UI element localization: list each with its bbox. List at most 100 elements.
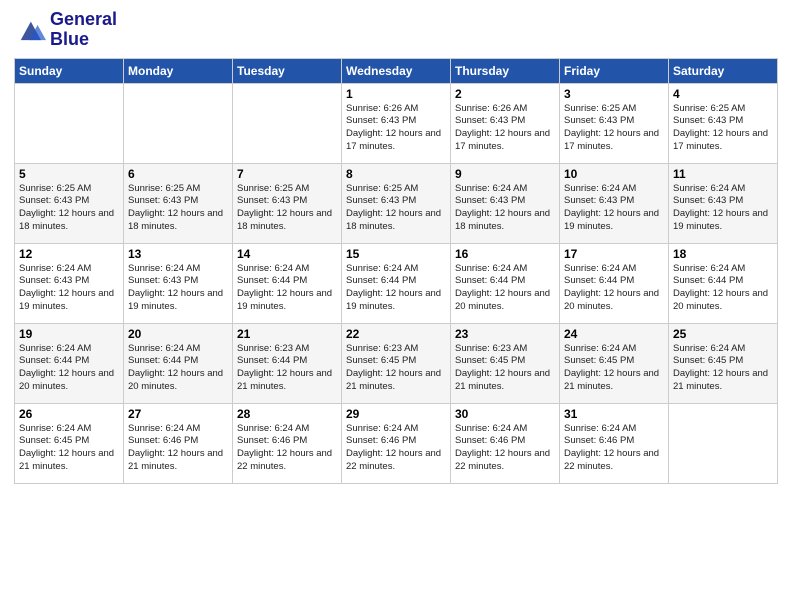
day-info: Sunrise: 6:26 AM Sunset: 6:43 PM Dayligh… [346,103,446,154]
day-cell [15,83,124,163]
day-cell: 22Sunrise: 6:23 AM Sunset: 6:45 PM Dayli… [342,323,451,403]
day-cell: 9Sunrise: 6:24 AM Sunset: 6:43 PM Daylig… [451,163,560,243]
day-cell: 23 Sunrise: 6:23 AM Sunset: 6:45 PM Dayli… [451,323,560,403]
day-number: 8 [346,167,446,181]
day-cell: 19 Sunrise: 6:24 AM Sunset: 6:44 PM Dayli… [15,323,124,403]
day-info: Sunrise: 6:24 AM Sunset: 6:46 PM Dayligh… [237,423,337,474]
week-row-2: 5 Sunrise: 6:25 AM Sunset: 6:43 PM Daylig… [15,163,778,243]
day-number: 3 [564,87,664,101]
day-cell: 28 Sunrise: 6:24 AM Sunset: 6:46 PM Dayli… [233,403,342,483]
day-info: Sunrise: 6:24 AM Sunset: 6:46 PM Dayligh… [346,423,446,474]
day-number: 4 [673,87,773,101]
day-cell: 6 Sunrise: 6:25 AM Sunset: 6:43 PM Daylig… [124,163,233,243]
day-info: Sunrise: 6:24 AM Sunset: 6:43 PM Dayligh… [128,263,228,314]
day-info: Sunrise: 6:23 AM Sunset: 6:45 PM Dayligh… [455,343,555,394]
day-info: Sunrise: 6:24 AM Sunset: 6:43 PM Dayligh… [455,183,555,234]
day-cell: 12 Sunrise: 6:24 AM Sunset: 6:43 PM Dayli… [15,243,124,323]
day-cell: 11 Sunrise: 6:24 AM Sunset: 6:43 PM Dayli… [669,163,778,243]
day-cell: 30 Sunrise: 6:24 AM Sunset: 6:46 PM Dayli… [451,403,560,483]
day-number: 30 [455,407,555,421]
day-number: 21 [237,327,337,341]
day-number: 17 [564,247,664,261]
day-info: Sunrise: 6:24 AM Sunset: 6:44 PM Dayligh… [673,263,773,314]
day-number: 28 [237,407,337,421]
day-info: Sunrise: 6:24 AM Sunset: 6:44 PM Dayligh… [564,263,664,314]
day-info: Sunrise: 6:24 AM Sunset: 6:45 PM Dayligh… [673,343,773,394]
day-info: Sunrise: 6:25 AM Sunset: 6:43 PM Dayligh… [346,183,446,234]
day-info: Sunrise: 6:24 AM Sunset: 6:44 PM Dayligh… [455,263,555,314]
day-info: Sunrise: 6:24 AM Sunset: 6:44 PM Dayligh… [346,263,446,314]
day-info: Sunrise: 6:24 AM Sunset: 6:44 PM Dayligh… [128,343,228,394]
day-number: 27 [128,407,228,421]
day-info: Sunrise: 6:24 AM Sunset: 6:45 PM Dayligh… [564,343,664,394]
day-cell: 17 Sunrise: 6:24 AM Sunset: 6:44 PM Dayli… [560,243,669,323]
day-number: 22 [346,327,446,341]
weekday-tuesday: Tuesday [233,58,342,83]
day-number: 5 [19,167,119,181]
day-info: Sunrise: 6:24 AM Sunset: 6:45 PM Dayligh… [19,423,119,474]
weekday-header-row: SundayMondayTuesdayWednesdayThursdayFrid… [15,58,778,83]
day-cell: 16 Sunrise: 6:24 AM Sunset: 6:44 PM Dayli… [451,243,560,323]
day-cell: 15 Sunrise: 6:24 AM Sunset: 6:44 PM Dayli… [342,243,451,323]
day-number: 2 [455,87,555,101]
day-cell: 24 Sunrise: 6:24 AM Sunset: 6:45 PM Dayli… [560,323,669,403]
calendar-table: SundayMondayTuesdayWednesdayThursdayFrid… [14,58,778,484]
day-number: 19 [19,327,119,341]
day-cell: 18 Sunrise: 6:24 AM Sunset: 6:44 PM Dayli… [669,243,778,323]
day-cell: 2 Sunrise: 6:26 AM Sunset: 6:43 PM Daylig… [451,83,560,163]
day-cell: 1 Sunrise: 6:26 AM Sunset: 6:43 PM Daylig… [342,83,451,163]
day-number: 20 [128,327,228,341]
week-row-4: 19 Sunrise: 6:24 AM Sunset: 6:44 PM Dayli… [15,323,778,403]
day-number: 29 [346,407,446,421]
day-number: 15 [346,247,446,261]
week-row-1: 1 Sunrise: 6:26 AM Sunset: 6:43 PM Daylig… [15,83,778,163]
day-number: 11 [673,167,773,181]
page: General Blue SundayMondayTuesdayWednesda… [0,0,792,612]
day-info: Sunrise: 6:25 AM Sunset: 6:43 PM Dayligh… [19,183,119,234]
weekday-monday: Monday [124,58,233,83]
day-info: Sunrise: 6:25 AM Sunset: 6:43 PM Dayligh… [564,103,664,154]
header: General Blue [14,10,778,50]
day-cell: 26 Sunrise: 6:24 AM Sunset: 6:45 PM Dayli… [15,403,124,483]
day-cell: 4 Sunrise: 6:25 AM Sunset: 6:43 PM Daylig… [669,83,778,163]
day-cell: 13Sunrise: 6:24 AM Sunset: 6:43 PM Dayli… [124,243,233,323]
day-info: Sunrise: 6:24 AM Sunset: 6:44 PM Dayligh… [237,263,337,314]
day-number: 1 [346,87,446,101]
day-info: Sunrise: 6:24 AM Sunset: 6:43 PM Dayligh… [19,263,119,314]
week-row-3: 12 Sunrise: 6:24 AM Sunset: 6:43 PM Dayli… [15,243,778,323]
logo: General Blue [14,10,117,50]
day-number: 25 [673,327,773,341]
day-cell: 8 Sunrise: 6:25 AM Sunset: 6:43 PM Daylig… [342,163,451,243]
day-cell: 5 Sunrise: 6:25 AM Sunset: 6:43 PM Daylig… [15,163,124,243]
day-info: Sunrise: 6:25 AM Sunset: 6:43 PM Dayligh… [673,103,773,154]
day-number: 24 [564,327,664,341]
day-number: 26 [19,407,119,421]
day-number: 18 [673,247,773,261]
day-cell: 3 Sunrise: 6:25 AM Sunset: 6:43 PM Daylig… [560,83,669,163]
day-info: Sunrise: 6:24 AM Sunset: 6:44 PM Dayligh… [19,343,119,394]
day-info: Sunrise: 6:24 AM Sunset: 6:43 PM Dayligh… [673,183,773,234]
day-info: Sunrise: 6:24 AM Sunset: 6:46 PM Dayligh… [128,423,228,474]
weekday-saturday: Saturday [669,58,778,83]
day-info: Sunrise: 6:26 AM Sunset: 6:43 PM Dayligh… [455,103,555,154]
day-info: Sunrise: 6:24 AM Sunset: 6:46 PM Dayligh… [564,423,664,474]
day-number: 31 [564,407,664,421]
day-cell: 31 Sunrise: 6:24 AM Sunset: 6:46 PM Dayli… [560,403,669,483]
day-info: Sunrise: 6:23 AM Sunset: 6:44 PM Dayligh… [237,343,337,394]
day-number: 10 [564,167,664,181]
day-info: Sunrise: 6:24 AM Sunset: 6:46 PM Dayligh… [455,423,555,474]
day-info: Sunrise: 6:25 AM Sunset: 6:43 PM Dayligh… [128,183,228,234]
day-cell: 7Sunrise: 6:25 AM Sunset: 6:43 PM Daylig… [233,163,342,243]
logo-icon [14,16,46,44]
day-cell: 20 Sunrise: 6:24 AM Sunset: 6:44 PM Dayli… [124,323,233,403]
day-info: Sunrise: 6:24 AM Sunset: 6:43 PM Dayligh… [564,183,664,234]
day-number: 6 [128,167,228,181]
day-cell: 25 Sunrise: 6:24 AM Sunset: 6:45 PM Dayli… [669,323,778,403]
day-number: 16 [455,247,555,261]
weekday-wednesday: Wednesday [342,58,451,83]
day-number: 23 [455,327,555,341]
day-info: Sunrise: 6:25 AM Sunset: 6:43 PM Dayligh… [237,183,337,234]
day-cell [124,83,233,163]
weekday-friday: Friday [560,58,669,83]
day-number: 12 [19,247,119,261]
